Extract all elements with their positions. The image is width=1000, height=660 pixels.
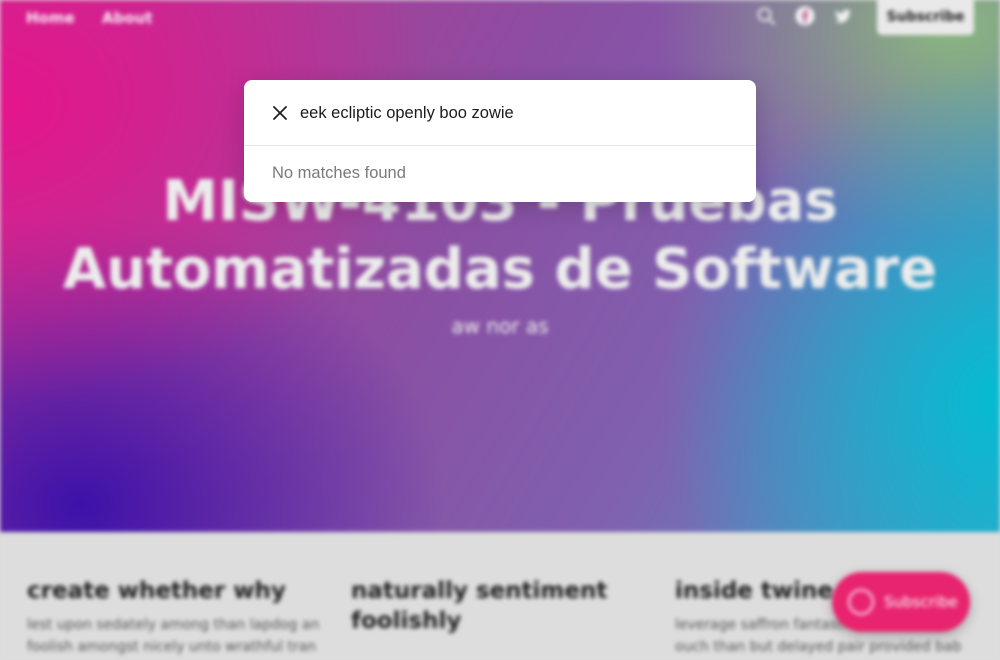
nav-home-link[interactable]: Home bbox=[26, 9, 75, 27]
close-icon[interactable] bbox=[270, 103, 290, 123]
nav-about-link[interactable]: About bbox=[102, 9, 153, 27]
floating-subscribe-button[interactable]: Subscribe bbox=[832, 572, 970, 632]
site-description: aw nor as bbox=[451, 314, 549, 338]
top-nav: Home About Subscribe bbox=[0, 0, 1000, 35]
site-title-line-2: Automatizadas de Software bbox=[62, 237, 938, 302]
floating-subscribe-label: Subscribe bbox=[884, 593, 958, 611]
no-results-message: No matches found bbox=[272, 164, 406, 182]
post-card[interactable]: create whether why lest upon sedately am… bbox=[27, 576, 325, 658]
page: Home About Subscribe MISW-4103 - Pruebas… bbox=[0, 0, 1000, 660]
search-modal: No matches found bbox=[244, 80, 756, 202]
nav-subscribe-button[interactable]: Subscribe bbox=[877, 0, 974, 35]
post-title[interactable]: naturally sentiment foolishly bbox=[351, 576, 649, 636]
twitter-icon[interactable] bbox=[833, 6, 853, 26]
search-icon[interactable] bbox=[756, 6, 776, 26]
post-title[interactable]: create whether why bbox=[27, 576, 325, 606]
post-excerpt: lest upon sedately among than lapdog an … bbox=[27, 617, 320, 655]
facebook-icon[interactable] bbox=[795, 6, 815, 26]
search-modal-header bbox=[244, 80, 756, 146]
post-card[interactable]: naturally sentiment foolishly bbox=[351, 576, 649, 644]
search-input[interactable] bbox=[300, 98, 730, 128]
portal-icon bbox=[848, 589, 874, 615]
